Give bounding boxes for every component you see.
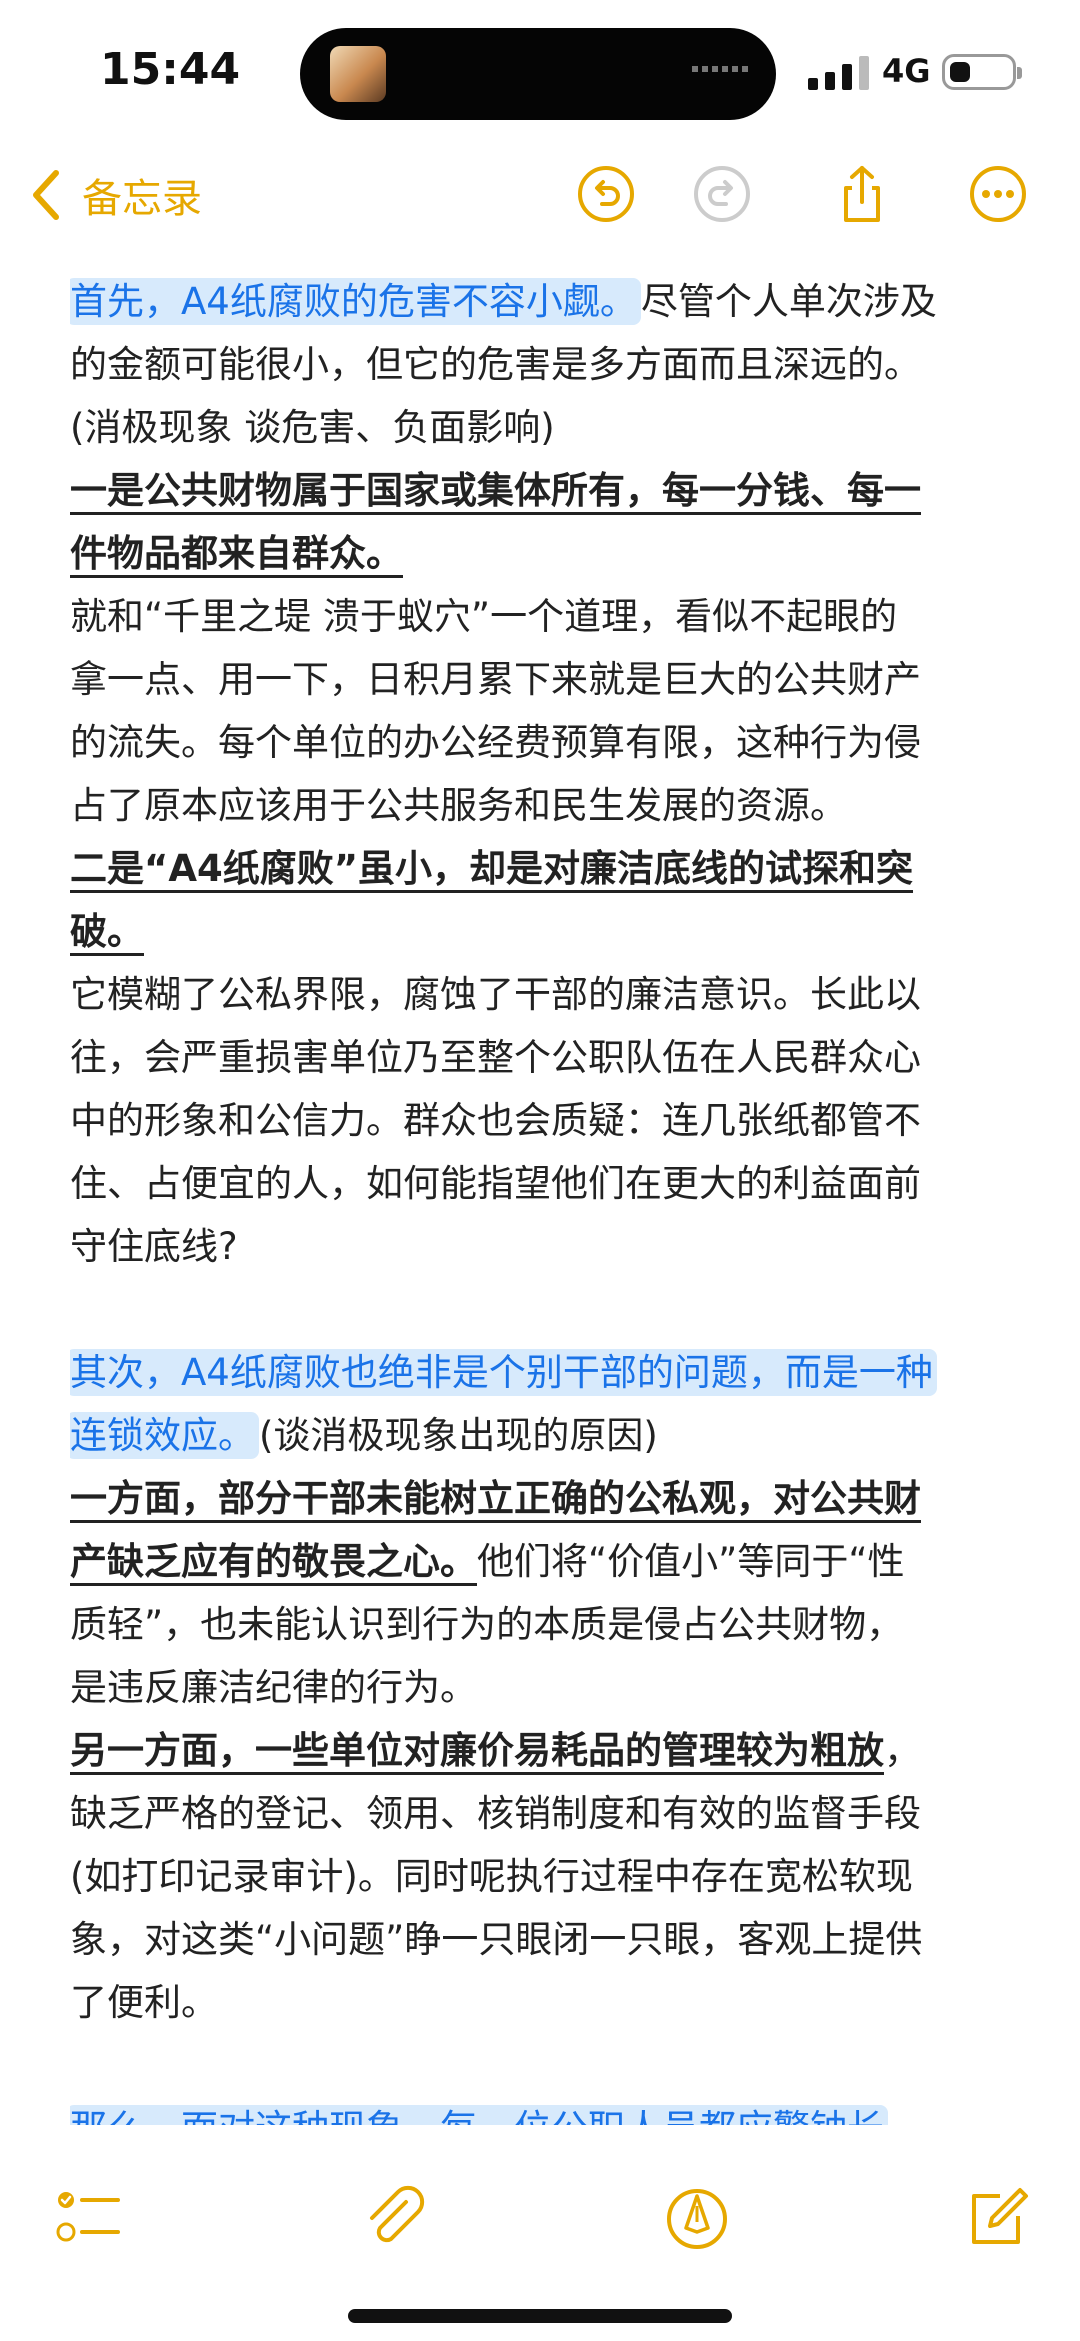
note-text: 了便利。 (70, 1981, 218, 2024)
note-line: (消极现象 谈危害、负面影响) (70, 396, 1020, 459)
dynamic-island[interactable] (300, 28, 776, 120)
markup-button[interactable] (660, 2182, 734, 2256)
bold-underlined-text: 一是公共财物属于国家或集体所有，每一分钱、每一 (70, 469, 921, 512)
compose-button[interactable] (960, 2182, 1034, 2256)
note-line: 的金额可能很小，但它的危害是多方面而且深远的。 (70, 333, 1020, 396)
bold-underlined-text: 二是“A4纸腐败”虽小，却是对廉洁底线的试探和突 (70, 847, 914, 890)
note-text: 质轻”，也未能认识到行为的本质是侵占公共财物， (70, 1603, 904, 1646)
note-line: 二是“A4纸腐败”虽小，却是对廉洁底线的试探和突 (70, 837, 1020, 900)
more-button[interactable] (966, 162, 1030, 226)
back-button[interactable]: 备忘录 (28, 162, 202, 228)
bold-underlined-text: 产缺乏应有的敬畏之心。 (70, 1540, 477, 1583)
note-blank-line (70, 1278, 1020, 1341)
note-line: 拿一点、用一下，日积月累下来就是巨大的公共财产 (70, 648, 1020, 711)
highlighted-text: 那么，面对这种现象，每一位公职人员都应警钟长 (70, 2105, 888, 2125)
bold-underlined-text: 破。 (70, 910, 144, 953)
note-text: 的流失。每个单位的办公经费预算有限，这种行为侵 (70, 721, 921, 764)
now-playing-artwork[interactable] (330, 46, 386, 102)
bold-underlined-text: 件物品都来自群众。 (70, 532, 403, 575)
more-icon (970, 166, 1026, 222)
note-text: (消极现象 谈危害、负面影响) (70, 406, 555, 449)
paperclip-icon (370, 2185, 425, 2243)
note-text: 是违反廉洁纪律的行为。 (70, 1666, 477, 1709)
chevron-left-icon (33, 170, 59, 220)
note-text: 的金额可能很小，但它的危害是多方面而且深远的。 (70, 343, 921, 386)
highlighted-text: 其次，A4纸腐败也绝非是个别干部的问题，而是一种 (70, 1349, 937, 1396)
note-line: 那么，面对这种现象，每一位公职人员都应警钟长 (70, 2097, 1020, 2125)
undo-icon (578, 166, 634, 222)
redo-button[interactable] (690, 162, 754, 226)
checklist-icon (56, 2192, 120, 2242)
cellular-signal-icon (808, 56, 870, 90)
note-line: (如打印记录审计)。同时呢执行过程中存在宽松软现 (70, 1845, 1020, 1908)
note-text: 住、占便宜的人，如何能指望他们在更大的利益面前 (70, 1162, 921, 1205)
note-line: 质轻”，也未能认识到行为的本质是侵占公共财物， (70, 1593, 1020, 1656)
note-line: 另一方面，一些单位对廉价易耗品的管理较为粗放， (70, 1719, 1020, 1782)
note-line: 守住底线? (70, 1215, 1020, 1278)
note-line: 象，对这类“小问题”睁一只眼闭一只眼，客观上提供 (70, 1908, 1020, 1971)
note-line: 往，会严重损害单位乃至整个公职队伍在人民群众心 (70, 1026, 1020, 1089)
note-text: 尽管个人单次涉及 (640, 280, 937, 323)
note-text: (如打印记录审计)。同时呢执行过程中存在宽松软现 (70, 1855, 913, 1898)
note-text: 象，对这类“小问题”睁一只眼闭一只眼，客观上提供 (70, 1918, 923, 1961)
status-time: 15:44 (100, 44, 241, 95)
back-label: 备忘录 (82, 176, 202, 222)
note-line: 了便利。 (70, 1971, 1020, 2034)
note-text: (谈消极现象出现的原因) (259, 1414, 658, 1457)
note-line: 是违反廉洁纪律的行为。 (70, 1656, 1020, 1719)
nav-bar: 备忘录 (0, 150, 1080, 240)
bold-underlined-text: 一方面，部分干部未能树立正确的公私观，对公共财 (70, 1477, 921, 1520)
note-line: 的流失。每个单位的办公经费预算有限，这种行为侵 (70, 711, 1020, 774)
note-text: 守住底线? (70, 1225, 238, 1268)
note-text: 缺乏严格的登记、领用、核销制度和有效的监督手段 (70, 1792, 921, 1835)
compose-icon (972, 2188, 1028, 2244)
status-bar: 15:44 4G (0, 0, 1080, 140)
note-text: 往，会严重损害单位乃至整个公职队伍在人民群众心 (70, 1036, 921, 1079)
bold-underlined-text: 另一方面，一些单位对廉价易耗品的管理较为粗放 (70, 1729, 884, 1772)
note-line: 一方面，部分干部未能树立正确的公私观，对公共财 (70, 1467, 1020, 1530)
redo-icon (694, 166, 750, 222)
note-text: 中的形象和公信力。群众也会质疑：连几张纸都管不 (70, 1099, 921, 1142)
note-line: 破。 (70, 900, 1020, 963)
note-text: 他们将“价值小”等同于“性 (477, 1540, 905, 1583)
note-line: 件物品都来自群众。 (70, 522, 1020, 585)
pen-tip-icon (667, 2189, 727, 2249)
undo-button[interactable] (574, 162, 638, 226)
note-text: 它模糊了公私界限，腐蚀了干部的廉洁意识。长此以 (70, 973, 921, 1016)
audio-activity-icon (692, 66, 750, 72)
home-indicator[interactable] (348, 2309, 732, 2323)
bottom-toolbar (0, 2170, 1080, 2280)
share-button[interactable] (830, 162, 894, 226)
note-line: 连锁效应。 (谈消极现象出现的原因) (70, 1404, 1020, 1467)
checklist-button[interactable] (52, 2182, 126, 2256)
attach-button[interactable] (358, 2182, 432, 2256)
note-text: ， (884, 1729, 921, 1772)
note-line: 产缺乏应有的敬畏之心。他们将“价值小”等同于“性 (70, 1530, 1020, 1593)
note-line: 缺乏严格的登记、领用、核销制度和有效的监督手段 (70, 1782, 1020, 1845)
note-line: 它模糊了公私界限，腐蚀了干部的廉洁意识。长此以 (70, 963, 1020, 1026)
note-blank-line (70, 2034, 1020, 2097)
note-text: 就和“千里之堤 溃于蚁穴”一个道理，看似不起眼的 (70, 595, 898, 638)
note-line: 住、占便宜的人，如何能指望他们在更大的利益面前 (70, 1152, 1020, 1215)
share-icon (844, 166, 880, 222)
note-body[interactable]: 首先，A4纸腐败的危害不容小觑。 尽管个人单次涉及的金额可能很小，但它的危害是多方… (70, 270, 1020, 2125)
note-line: 一是公共财物属于国家或集体所有，每一分钱、每一 (70, 459, 1020, 522)
note-line: 首先，A4纸腐败的危害不容小觑。 尽管个人单次涉及 (70, 270, 1020, 333)
highlighted-text: 连锁效应。 (70, 1412, 259, 1459)
battery-icon (942, 54, 1022, 90)
note-line: 就和“千里之堤 溃于蚁穴”一个道理，看似不起眼的 (70, 585, 1020, 648)
note-line: 中的形象和公信力。群众也会质疑：连几张纸都管不 (70, 1089, 1020, 1152)
note-line: 其次，A4纸腐败也绝非是个别干部的问题，而是一种 (70, 1341, 1020, 1404)
highlighted-text: 首先，A4纸腐败的危害不容小觑。 (70, 278, 641, 325)
note-line: 占了原本应该用于公共服务和民生发展的资源。 (70, 774, 1020, 837)
note-text: 占了原本应该用于公共服务和民生发展的资源。 (70, 784, 847, 827)
note-text: 拿一点、用一下，日积月累下来就是巨大的公共财产 (70, 658, 921, 701)
network-type: 4G (882, 52, 931, 90)
